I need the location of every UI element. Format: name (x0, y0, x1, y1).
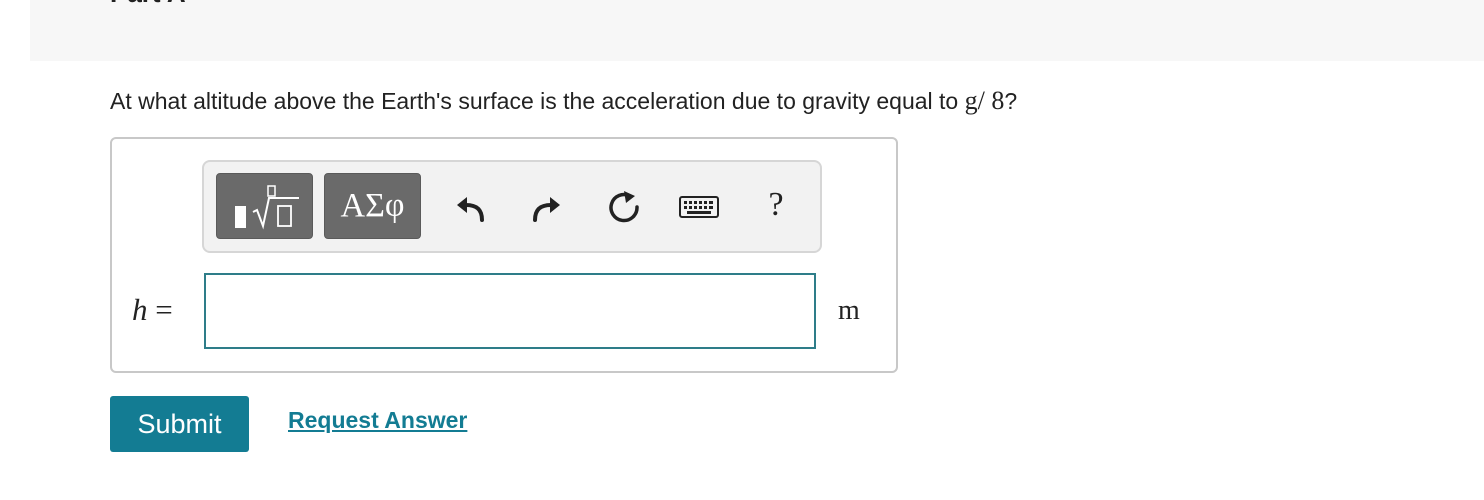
question-suffix: ? (1004, 88, 1018, 114)
unit-label: m (838, 295, 860, 326)
redo-button[interactable] (524, 185, 568, 229)
templates-sqrt-icon (234, 185, 299, 230)
undo-icon (457, 197, 484, 222)
variable-name: h (132, 292, 148, 327)
question-text: At what altitude above the Earth's surfa… (110, 86, 1017, 116)
submit-button[interactable]: Submit (110, 396, 249, 452)
keyboard-button[interactable] (677, 185, 721, 229)
part-header (30, 0, 1484, 61)
redo-icon (533, 197, 560, 222)
question-expression: g/ 8 (964, 86, 1005, 115)
templates-button[interactable] (216, 173, 313, 239)
keyboard-icon (679, 196, 719, 218)
help-button[interactable]: ? (754, 183, 798, 227)
greek-symbols-button[interactable]: ΑΣφ (324, 173, 421, 239)
variable-label: h = (132, 292, 173, 328)
answer-input[interactable] (204, 273, 816, 349)
undo-button[interactable] (449, 185, 493, 229)
question-prefix: At what altitude above the Earth's surfa… (110, 88, 965, 114)
reset-button[interactable] (602, 185, 646, 229)
greek-symbols-label: ΑΣφ (340, 187, 405, 224)
reset-icon (609, 191, 639, 223)
equals-sign: = (155, 292, 173, 327)
part-title: Part A (110, 0, 186, 8)
request-answer-link[interactable]: Request Answer (288, 407, 467, 434)
help-label: ? (768, 186, 784, 223)
